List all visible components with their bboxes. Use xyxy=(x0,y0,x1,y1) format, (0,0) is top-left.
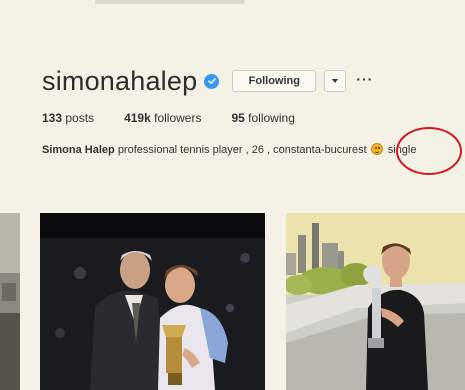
post-thumbnail-left[interactable] xyxy=(0,213,20,390)
top-bar-edge xyxy=(95,0,245,4)
following-label: following xyxy=(248,111,295,125)
following-count: 95 xyxy=(231,111,245,125)
profile-bio: Simona Halep professional tennis player … xyxy=(42,143,417,156)
post-thumbnail-trophy-bridge[interactable] xyxy=(286,213,465,390)
bio-text: professional tennis player , 26 , consta… xyxy=(117,144,367,156)
post-thumbnail-trophy-ceremony[interactable] xyxy=(40,213,265,390)
profile-stats: 133 posts 419k followers 95 following xyxy=(42,111,325,125)
smiling-face-icon xyxy=(370,143,383,155)
profile-header: simonahalep Following ··· xyxy=(42,64,462,98)
more-options-icon[interactable]: ··· xyxy=(356,72,373,88)
followers-label: followers xyxy=(154,111,202,125)
suggestions-dropdown-button[interactable] xyxy=(324,70,347,92)
posts-stat: 133 posts xyxy=(42,111,94,125)
caret-down-icon xyxy=(332,79,339,83)
verified-badge-icon xyxy=(204,73,220,89)
following-stat[interactable]: 95 following xyxy=(231,111,294,125)
bio-full-name: Simona Halep xyxy=(42,144,115,156)
followers-count: 419k xyxy=(124,111,151,125)
profile-username: simonahalep xyxy=(42,66,198,96)
trophy-bridge-photo xyxy=(286,213,465,390)
trophy-ceremony-photo xyxy=(40,213,265,390)
profile-title-row: simonahalep Following ··· xyxy=(42,64,462,98)
followers-stat[interactable]: 419k followers xyxy=(124,111,201,125)
red-circle-annotation xyxy=(396,127,462,175)
posts-label: posts xyxy=(65,111,95,125)
posts-count: 133 xyxy=(42,111,63,125)
following-button[interactable]: Following xyxy=(232,70,317,92)
